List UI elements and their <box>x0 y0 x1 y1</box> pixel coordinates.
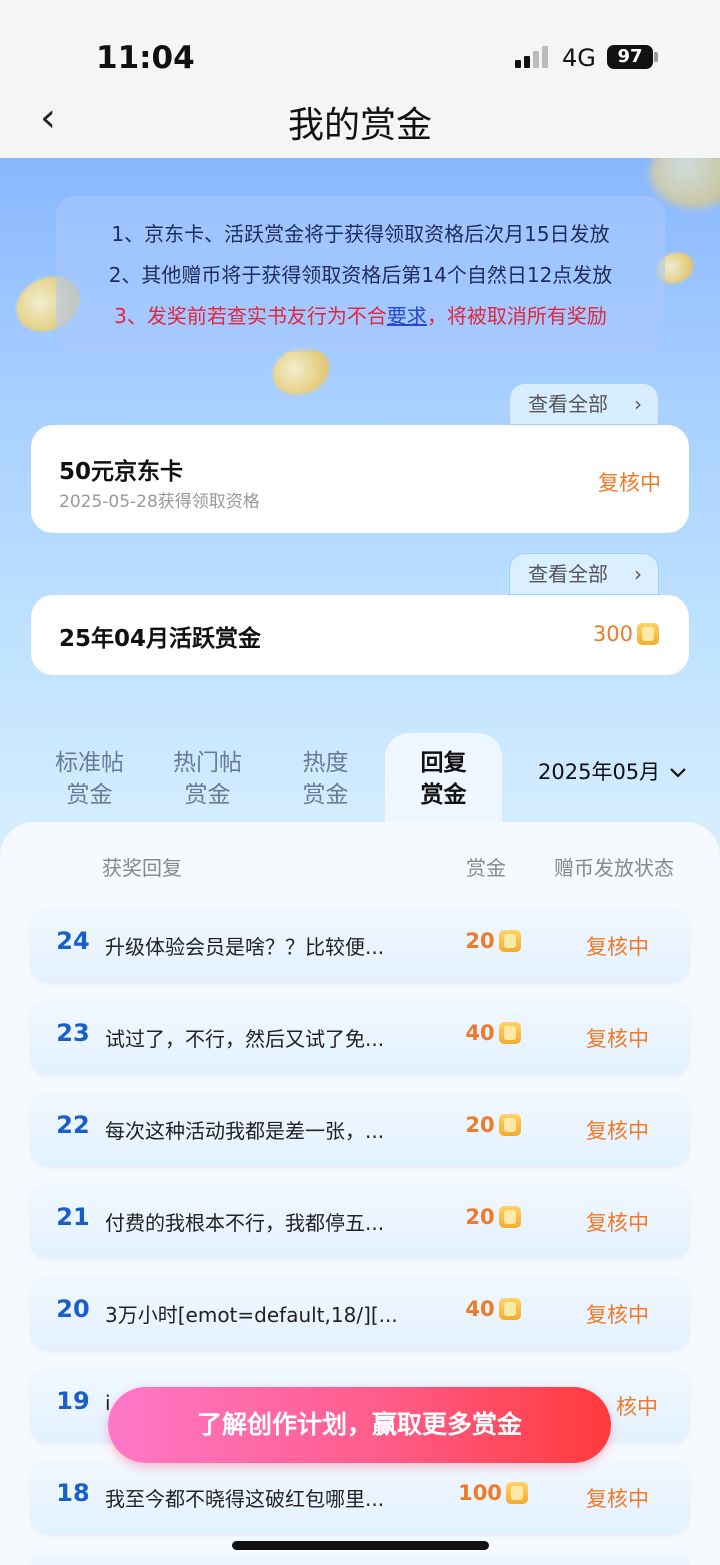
month-selector[interactable]: 2025年05月 <box>538 756 687 786</box>
list-item[interactable]: 23 试过了，不行，然后又试了免... 40 复核中 <box>31 1001 689 1073</box>
reply-number: 20 <box>56 1295 90 1323</box>
status-badge: 复核中 <box>586 1119 649 1143</box>
reply-text: 试过了，不行，然后又试了免... <box>105 1027 385 1051</box>
tab-label: 赏金 <box>420 782 467 808</box>
amount-value: 100 <box>458 1481 502 1505</box>
tab-heat[interactable]: 热度 赏金 <box>267 733 384 825</box>
creation-plan-button[interactable]: 了解创作计划，赢取更多赏金 <box>108 1387 611 1463</box>
notice-warning-prefix: 3、发奖前若查实书友行为不合 <box>114 304 387 328</box>
nav-bar: ‹ 我的赏金 <box>0 90 720 158</box>
amount-value: 300 <box>592 622 633 646</box>
reward-title: 50元京东卡 <box>59 459 184 485</box>
status-bar: 11:04 4G 97 <box>0 0 720 90</box>
list-item[interactable] <box>31 1553 689 1565</box>
tab-label: 热度 <box>302 750 349 776</box>
tab-standard-post[interactable]: 标准帖 赏金 <box>31 733 148 825</box>
reply-amount: 20 <box>443 1113 543 1137</box>
notice-line: 1、京东卡、活跃赏金将于获得领取资格后次月15日发放 <box>111 222 610 246</box>
list-item[interactable]: 20 3万小时[emot=default,18/][... 40 复核中 <box>31 1277 689 1349</box>
reward-title: 25年04月活跃赏金 <box>59 626 262 652</box>
tab-reply[interactable]: 回复 赏金 <box>385 733 502 825</box>
column-header-amount: 赏金 <box>466 856 506 880</box>
status-badge: 复核中 <box>598 471 661 495</box>
tab-label: 回复 <box>420 750 467 776</box>
reply-number: 21 <box>56 1203 90 1231</box>
chevron-down-icon <box>670 768 686 778</box>
month-value: 2025年05月 <box>538 760 661 784</box>
chevron-right-icon: › <box>634 562 642 586</box>
view-all-button[interactable]: 查看全部 › <box>509 383 659 425</box>
tab-label: 赏金 <box>184 782 231 808</box>
view-all-button[interactable]: 查看全部 › <box>509 553 659 595</box>
requirements-link[interactable]: 要求 <box>387 304 427 328</box>
tab-label: 赏金 <box>66 782 113 808</box>
tab-label: 标准帖 <box>55 750 124 776</box>
reply-number: 18 <box>56 1479 90 1507</box>
tab-label: 热门帖 <box>173 750 242 776</box>
notice-line: 2、其他赠币将于获得领取资格后第14个自然日12点发放 <box>108 263 613 287</box>
reward-amount: 300 <box>593 622 659 646</box>
view-all-label: 查看全部 <box>528 392 608 416</box>
page-title: 我的赏金 <box>287 105 432 146</box>
coin-icon <box>498 1206 521 1228</box>
decor-coin-icon <box>650 158 720 208</box>
coin-icon <box>637 623 659 645</box>
coin-icon <box>498 1022 521 1044</box>
reply-number: 19 <box>56 1387 90 1415</box>
reply-text: 升级体验会员是啥？？比较便... <box>105 935 385 959</box>
coin-icon <box>498 1114 521 1136</box>
reply-text: 3万小时[emot=default,18/][... <box>105 1303 398 1327</box>
status-badge: 复核中 <box>586 1211 649 1235</box>
tab-hot-post[interactable]: 热门帖 赏金 <box>149 733 266 825</box>
status-badge: 复核中 <box>586 1487 649 1511</box>
reward-date: 2025-05-28获得领取资格 <box>59 492 260 512</box>
amount-value: 20 <box>465 1205 495 1229</box>
column-header-status: 赠币发放状态 <box>554 856 674 880</box>
list-item[interactable]: 24 升级体验会员是啥？？比较便... 20 复核中 <box>31 909 689 981</box>
chevron-right-icon: › <box>634 392 642 416</box>
reply-amount: 40 <box>443 1021 543 1045</box>
status-badge: 复核中 <box>586 935 649 959</box>
reply-amount: 20 <box>443 1205 543 1229</box>
amount-value: 20 <box>465 1113 495 1137</box>
reply-amount: 20 <box>443 929 543 953</box>
coin-icon <box>498 930 521 952</box>
tab-label: 赏金 <box>302 782 349 808</box>
view-all-label: 查看全部 <box>528 562 608 586</box>
amount-value: 40 <box>465 1297 495 1321</box>
active-bounty-card[interactable]: 25年04月活跃赏金 300 <box>31 595 689 675</box>
status-time: 11:04 <box>96 40 195 76</box>
reply-text: 我至今都不晓得这破红包哪里... <box>105 1487 385 1511</box>
battery-tip <box>654 52 658 62</box>
reply-number: 22 <box>56 1111 90 1139</box>
signal-icon <box>515 46 548 68</box>
list-item[interactable]: 22 每次这种活动我都是差一张，... 20 复核中 <box>31 1093 689 1165</box>
reply-text: 每次这种活动我都是差一张，... <box>105 1119 385 1143</box>
status-badge: 核中 <box>616 1395 658 1419</box>
home-indicator <box>232 1541 489 1550</box>
notice-box: 1、京东卡、活跃赏金将于获得领取资格后次月15日发放 2、其他赠币将于获得领取资… <box>56 196 665 352</box>
reply-amount: 40 <box>443 1297 543 1321</box>
network-type: 4G <box>562 44 596 72</box>
status-badge: 复核中 <box>586 1027 649 1051</box>
reply-number: 23 <box>56 1019 90 1047</box>
battery-icon: 97 <box>607 45 653 69</box>
status-badge: 复核中 <box>586 1303 649 1327</box>
jd-card-reward[interactable]: 50元京东卡 2025-05-28获得领取资格 复核中 <box>31 425 689 533</box>
amount-value: 20 <box>465 929 495 953</box>
coin-icon <box>498 1298 521 1320</box>
notice-warning-suffix: ，将被取消所有奖励 <box>426 304 607 328</box>
list-item[interactable]: 21 付费的我根本不行，我都停五... 20 复核中 <box>31 1185 689 1257</box>
list-item[interactable]: 18 我至今都不晓得这破红包哪里... 100 复核中 <box>31 1461 689 1533</box>
amount-value: 40 <box>465 1021 495 1045</box>
column-header-reply: 获奖回复 <box>102 856 182 880</box>
reply-number: 24 <box>56 927 90 955</box>
reply-text: 付费的我根本不行，我都停五... <box>105 1211 385 1235</box>
coin-icon <box>505 1482 528 1504</box>
reply-amount: 100 <box>443 1481 543 1505</box>
notice-warning: 3、发奖前若查实书友行为不合要求，将被取消所有奖励 <box>56 296 665 337</box>
